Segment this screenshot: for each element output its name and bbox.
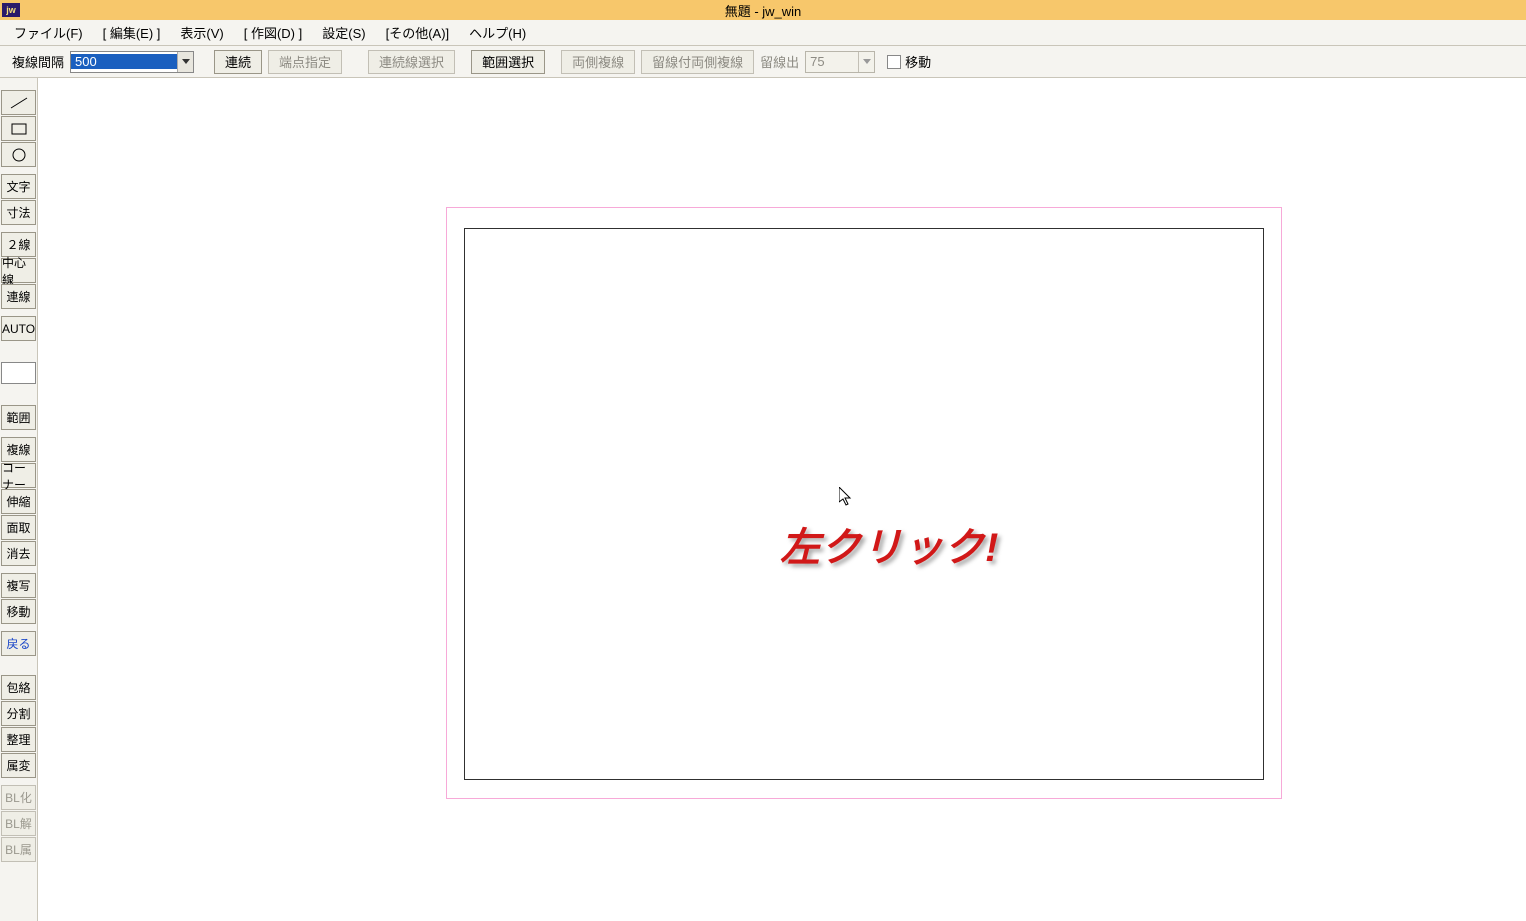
tomesen-combo[interactable]: 75 [805, 51, 875, 73]
drawing-canvas[interactable]: 左クリック! [38, 78, 1526, 921]
range-tool[interactable]: 範囲 [1, 405, 36, 430]
extend-tool[interactable]: 伸縮 [1, 489, 36, 514]
blka-tool[interactable]: BL化 [1, 785, 36, 810]
move-checkbox-box[interactable] [887, 55, 901, 69]
btn-tanten[interactable]: 端点指定 [268, 50, 342, 74]
corner-tool[interactable]: コーナー [1, 463, 36, 488]
move-checkbox-label: 移動 [905, 52, 931, 71]
left-input[interactable] [1, 362, 36, 384]
chamfer-tool[interactable]: 面取 [1, 515, 36, 540]
polyline-tool[interactable]: 連線 [1, 284, 36, 309]
cursor-icon [839, 487, 855, 507]
horaku-tool[interactable]: 包絡 [1, 675, 36, 700]
app-icon-text: jw [6, 5, 16, 15]
undo-tool[interactable]: 戻る [1, 631, 36, 656]
dim-tool[interactable]: 寸法 [1, 200, 36, 225]
menu-draw[interactable]: [ 作図(D) ] [234, 20, 313, 45]
menu-bar: ファイル(F) [ 編集(E) ] 表示(V) [ 作図(D) ] 設定(S) … [0, 20, 1526, 46]
rect-tool[interactable] [1, 116, 36, 141]
tomesen-value: 75 [806, 54, 858, 69]
btn-tomesen-ryogawa[interactable]: 留線付両側複線 [641, 50, 754, 74]
erase-tool[interactable]: 消去 [1, 541, 36, 566]
btn-hanisentaku[interactable]: 範囲選択 [471, 50, 545, 74]
window-title: 無題 - jw_win [725, 1, 802, 20]
text-tool[interactable]: 文字 [1, 174, 36, 199]
line-tool[interactable] [1, 90, 36, 115]
menu-settings[interactable]: 設定(S) [312, 20, 375, 45]
btn-renzokusen[interactable]: 連続線選択 [368, 50, 455, 74]
app-icon: jw [2, 3, 20, 17]
option-toolbar: 複線間隔 500 連続 端点指定 連続線選択 範囲選択 両側複線 留線付両側複線… [0, 46, 1526, 78]
menu-other[interactable]: [その他(A)] [376, 20, 460, 45]
tomesen-dropdown-icon[interactable] [858, 52, 874, 72]
menu-help[interactable]: ヘルプ(H) [459, 20, 536, 45]
menu-edit[interactable]: [ 編集(E) ] [93, 20, 171, 45]
btn-renzoku[interactable]: 連続 [214, 50, 262, 74]
split-tool[interactable]: 分割 [1, 701, 36, 726]
centerline-tool[interactable]: 中心線 [1, 258, 36, 283]
annotation-left-click: 左クリック! [780, 515, 999, 573]
title-bar: jw 無題 - jw_win [0, 0, 1526, 20]
menu-file[interactable]: ファイル(F) [4, 20, 93, 45]
tomesen-label: 留線出 [760, 52, 799, 71]
spacing-label: 複線間隔 [12, 52, 64, 71]
btn-ryogawa[interactable]: 両側複線 [561, 50, 635, 74]
blkai-tool[interactable]: BL解 [1, 811, 36, 836]
cleanup-tool[interactable]: 整理 [1, 727, 36, 752]
auto-tool[interactable]: AUTO [1, 316, 36, 341]
spacing-combo[interactable]: 500 [70, 51, 194, 73]
left-tool-column: 文字 寸法 ２線 中心線 連線 AUTO 範囲 複線 コーナー 伸縮 面取 消去… [0, 78, 38, 921]
move-checkbox[interactable]: 移動 [887, 52, 931, 71]
menu-view[interactable]: 表示(V) [170, 20, 233, 45]
attr-tool[interactable]: 属変 [1, 753, 36, 778]
drawn-rectangle [464, 228, 1264, 780]
circle-tool[interactable] [1, 142, 36, 167]
spacing-dropdown-icon[interactable] [177, 52, 193, 72]
move-tool[interactable]: 移動 [1, 599, 36, 624]
blzok-tool[interactable]: BL属 [1, 837, 36, 862]
spacing-value[interactable]: 500 [71, 54, 177, 69]
copy-tool[interactable]: 複写 [1, 573, 36, 598]
